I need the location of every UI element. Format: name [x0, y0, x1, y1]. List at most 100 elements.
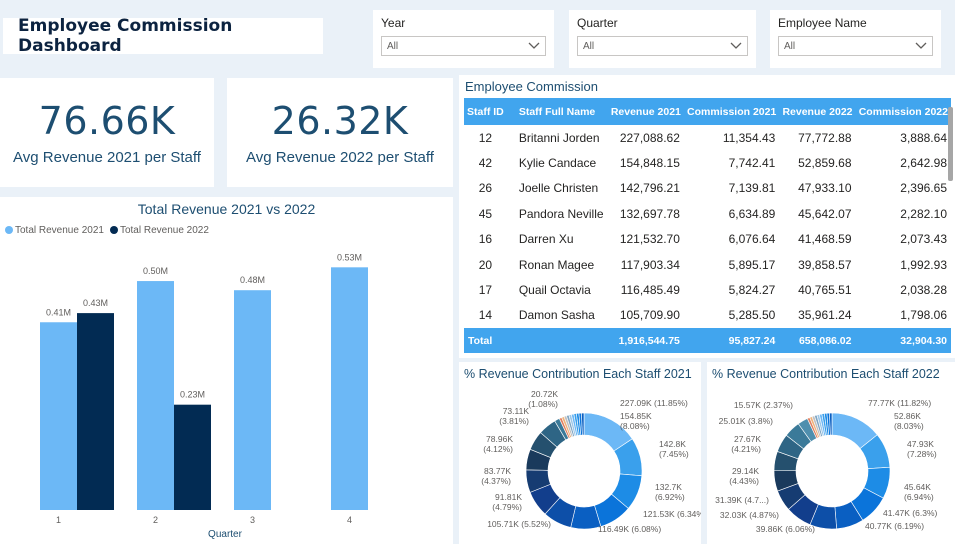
slice-label: 15.57K (2.37%)	[734, 400, 793, 410]
table-row[interactable]: 16 Darren Xu 121,532.70 6,076.64 41,468.59 2,…	[464, 227, 951, 252]
table-scrollbar[interactable]	[948, 107, 953, 181]
table-cell: 7,139.81	[728, 181, 776, 196]
bar-data-label: 0.48M	[240, 275, 265, 285]
column-header[interactable]: Revenue 2022	[779, 98, 856, 125]
table-cell: Damon Sasha	[518, 308, 595, 323]
table-cell: 26	[478, 181, 493, 196]
table-cell: 5,824.27	[728, 283, 776, 298]
table-cell: 2,073.43	[900, 232, 947, 247]
employee-name-dropdown[interactable]: All	[778, 36, 933, 56]
table-cell: 132,697.78	[619, 206, 680, 221]
slice-label: 52.86K (8.03%)	[894, 411, 924, 431]
slice-label: 154.85K (8.08%)	[620, 411, 652, 431]
quarter-dropdown[interactable]: All	[577, 36, 748, 56]
table-row[interactable]: 20 Ronan Magee 117,903.34 5,895.17 39,858.57…	[464, 252, 951, 277]
bar-data-label: 0.41M	[46, 307, 71, 317]
bar-data-label: 0.53M	[337, 252, 362, 262]
column-header[interactable]: Commission 2022	[855, 98, 951, 125]
total-cell: 1,916,544.75	[607, 328, 684, 354]
year-dropdown[interactable]: All	[381, 36, 546, 56]
table-cell: 117,903.34	[620, 257, 680, 272]
slice-label: 121.53K (6.34%)	[643, 509, 701, 519]
dashboard-title: Employee Commission Dashboard	[18, 16, 233, 56]
table-cell: 7,742.41	[728, 156, 776, 171]
table-cell: 39,858.57	[798, 257, 852, 272]
quarter-dropdown-value: All	[583, 40, 595, 52]
table-cell: Darren Xu	[518, 232, 574, 247]
employee-name-dropdown-value: All	[784, 40, 796, 52]
column-header[interactable]: Commission 2021	[683, 98, 780, 125]
table-cell: Kylie Candace	[518, 156, 597, 171]
total-cell: Total	[464, 328, 507, 354]
x-tick-label: 2	[153, 515, 158, 525]
kpi-value: 26.32K	[271, 99, 409, 143]
bar-data-label: 0.43M	[83, 298, 108, 308]
table-row[interactable]: 17 Quail Octavia 116,485.49 5,824.27 40,765.…	[464, 277, 951, 302]
table-cell: 40,765.51	[798, 283, 852, 298]
table-cell: 154,848.15	[619, 156, 680, 171]
slice-label: 77.77K (11.82%)	[868, 398, 931, 408]
table-row[interactable]: 42 Kylie Candace 154,848.15 7,742.41 52,859.…	[464, 150, 951, 175]
table-header-row: Staff ID Staff Full Name Revenue 2021 Commi…	[464, 98, 951, 125]
employee-name-slicer-label: Employee Name	[778, 16, 867, 30]
chevron-down-icon	[915, 42, 927, 49]
column-header[interactable]: Revenue 2021	[607, 98, 684, 125]
table-cell: 2,282.10	[900, 206, 947, 221]
table-cell: 5,895.17	[728, 257, 776, 272]
x-axis-title: Quarter	[208, 529, 243, 540]
pie-card-2022: % Revenue Contribution Each Staff 2022 7…	[707, 362, 955, 544]
bar-total-revenue-2021-q4[interactable]	[331, 267, 368, 510]
table-row[interactable]: 45 Pandora Neville 132,697.78 6,634.89 45,64…	[464, 201, 951, 226]
table-cell: 42	[478, 156, 493, 171]
x-tick-label: 4	[347, 515, 352, 525]
table-row[interactable]: 12 Britanni Jorden 227,088.62 11,354.43 77,7…	[464, 125, 951, 150]
quarter-slicer-label: Quarter	[577, 16, 618, 30]
pie-card-2021: % Revenue Contribution Each Staff 2021 2…	[459, 362, 701, 544]
bar-total-revenue-2021-q2[interactable]	[137, 281, 174, 510]
table-cell: Quail Octavia	[518, 283, 591, 298]
bar-data-label: 0.23M	[180, 390, 205, 400]
bar-total-revenue-2021-q3[interactable]	[234, 290, 271, 510]
table-cell: 77,772.88	[798, 130, 852, 145]
slice-label: 32.03K (4.87%)	[720, 510, 779, 520]
slice-label: 73.11K (3.81%)	[499, 406, 529, 426]
column-header[interactable]: Staff Full Name	[506, 98, 608, 125]
slice-label: 132.7K (6.92%)	[655, 482, 685, 502]
slice-label: 31.39K (4.7...)	[715, 495, 769, 505]
table-row[interactable]: 26 Joelle Christen 142,796.21 7,139.81 47,93…	[464, 176, 951, 201]
slice-label: 227.09K (11.85%)	[620, 398, 688, 408]
bar-data-label: 0.50M	[143, 266, 168, 276]
slice-label: 83.77K (4.37%)	[481, 466, 511, 486]
kpi-card-revenue-2022: 26.32K Avg Revenue 2022 per Staff	[227, 78, 453, 187]
slice-label: 105.71K (5.52%)	[487, 519, 551, 529]
title-card: Employee Commission Dashboard	[3, 16, 323, 56]
table-cell: 6,076.64	[728, 232, 776, 247]
table-cell: 2,642.98	[900, 156, 947, 171]
table-cell: 17	[478, 283, 493, 298]
slice-label: 47.93K (7.28%)	[907, 439, 937, 459]
table-cell: Pandora Neville	[518, 206, 604, 221]
slice-label: 41.47K (6.3%)	[883, 508, 938, 518]
table-cell: 47,933.10	[798, 181, 852, 196]
table-cell: 45	[478, 206, 493, 221]
bar-total-revenue-2021-q1[interactable]	[40, 322, 77, 510]
table-row[interactable]: 14 Damon Sasha 105,709.90 5,285.50 35,961.24…	[464, 303, 951, 328]
table-cell: 12	[478, 130, 493, 145]
slice-label: 20.72K (1.08%)	[528, 389, 558, 409]
slice-label: 25.01K (3.8%)	[719, 416, 774, 426]
table-cell: 41,468.59	[798, 232, 852, 247]
table-cell: 121,532.70	[619, 232, 680, 247]
slice-label: 39.86K (6.06%)	[756, 524, 815, 534]
kpi-value: 76.66K	[38, 99, 176, 143]
table-cell: 105,709.90	[619, 308, 680, 323]
table-cell: 11,354.43	[722, 130, 776, 145]
table-cell: 2,396.65	[900, 181, 947, 196]
bar-total-revenue-2022-q2[interactable]	[174, 404, 211, 510]
year-slicer-label: Year	[381, 16, 406, 30]
table-title: Employee Commission	[465, 79, 598, 94]
bar-total-revenue-2022-q1[interactable]	[77, 313, 114, 510]
table-cell: 14	[478, 308, 493, 323]
kpi-card-revenue-2021: 76.66K Avg Revenue 2021 per Staff	[0, 78, 214, 187]
slice-label: 91.81K (4.79%)	[492, 492, 522, 512]
column-header[interactable]: Staff ID	[464, 98, 507, 125]
